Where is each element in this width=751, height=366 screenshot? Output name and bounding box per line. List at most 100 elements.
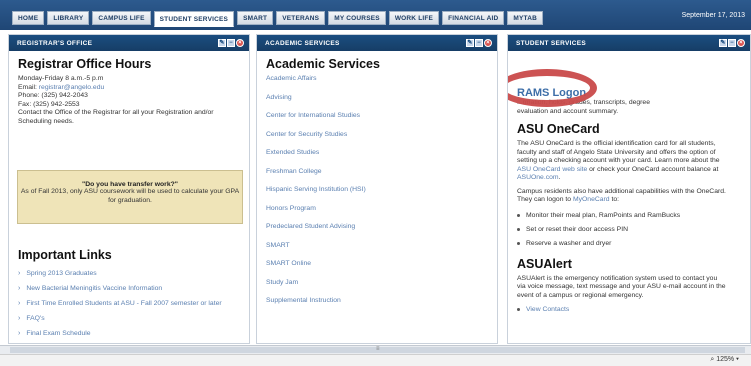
chevron-right-icon: › (18, 315, 21, 322)
phone-line: Phone: (325) 942-2043 (18, 92, 88, 99)
onecard-text-fragment: to: (611, 196, 620, 203)
tab-home[interactable]: HOME (12, 11, 45, 25)
list-item-label: Reserve a washer and dryer (526, 240, 612, 247)
service-link[interactable]: Predeclared Student Advising (266, 223, 488, 242)
tab-work-life[interactable]: WORK LIFE (388, 11, 440, 25)
onecard-text: ASU OneCard web site or check your OneCa… (517, 166, 741, 175)
service-link[interactable]: Advising (266, 94, 488, 113)
service-link[interactable]: Study Jam (266, 279, 488, 298)
onecard-bullets: Monitor their meal plan, RamPoints and R… (517, 209, 741, 251)
service-link[interactable]: Academic Affairs (266, 75, 488, 94)
bullet-icon (517, 214, 520, 217)
service-link[interactable]: Extended Studies (266, 149, 488, 168)
zoom-control[interactable]: ⌕ 125% ▾ (710, 356, 739, 364)
tab-student-services[interactable]: STUDENT SERVICES (153, 11, 235, 27)
tab-smart[interactable]: SMART (237, 11, 274, 25)
contact-text: Contact the Office of the Registrar for … (18, 109, 214, 125)
registrar-panel-header: REGISTRAR'S OFFICE ✎ − × (9, 35, 249, 51)
asualert-title: ASUAlert (517, 256, 572, 271)
bullet-icon (517, 228, 520, 231)
bullet-icon (517, 242, 520, 245)
email-label: Email: (18, 83, 37, 91)
onecard-text: They can logon to MyOneCard to: (517, 196, 741, 205)
service-link[interactable]: Center for International Studies (266, 112, 488, 131)
bullet-icon (517, 307, 520, 311)
important-link[interactable]: › Final Exam Schedule (18, 326, 240, 341)
tab-my-courses[interactable]: MY COURSES (328, 11, 386, 25)
onecard-title: ASU OneCard (517, 122, 600, 136)
tab-financial-aid[interactable]: FINANCIAL AID (442, 11, 505, 25)
onecard-text: Campus residents also have additional ca… (517, 187, 726, 195)
edit-icon[interactable]: ✎ (218, 39, 226, 47)
minimize-icon[interactable]: − (475, 39, 483, 47)
service-link[interactable]: SMART Online (266, 260, 488, 279)
important-link[interactable]: › Spring 2013 Graduates (18, 266, 240, 281)
important-link[interactable]: › FAQ's (18, 311, 240, 326)
chevron-right-icon: › (18, 330, 21, 337)
current-date: September 17, 2013 (681, 12, 745, 19)
minimize-icon[interactable]: − (227, 39, 235, 47)
chevron-right-icon: › (18, 270, 21, 277)
view-contacts-link[interactable]: View Contacts (526, 306, 569, 313)
close-icon[interactable]: × (484, 39, 492, 47)
panel-controls: ✎ − × (466, 39, 492, 47)
edit-icon[interactable]: ✎ (719, 39, 727, 47)
alert-text: event of a campus or regional emergency. (517, 291, 644, 299)
close-icon[interactable]: × (737, 39, 745, 47)
asuone-link[interactable]: ASUOne.com (517, 174, 559, 181)
transfer-text: As of Fall 2013, only ASU coursework wil… (20, 188, 240, 204)
close-icon[interactable]: × (236, 39, 244, 47)
service-link[interactable]: Hispanic Serving Institution (HSI) (266, 186, 488, 205)
chevron-right-icon: › (18, 285, 21, 292)
rams-logon-section: RAMS Logon ...rmation, holds, grades, tr… (508, 69, 741, 116)
academic-services-panel: ACADEMIC SERVICES ✎ − × Academic Service… (256, 34, 498, 344)
academic-header-label: ACADEMIC SERVICES (265, 39, 340, 47)
onecard-text-fragment: They can logon to (517, 196, 572, 203)
panel-controls: ✎ − × (218, 39, 244, 47)
minimize-icon[interactable]: − (728, 39, 736, 47)
important-link[interactable]: › New Bacterial Meningitis Vaccine Inform… (18, 281, 240, 296)
tab-campus-life[interactable]: CAMPUS LIFE (92, 11, 151, 25)
tab-mytab[interactable]: MYTAB (507, 11, 543, 25)
list-item: Set or reset their door access PIN (517, 223, 741, 237)
fax-line: Fax: (325) 942-2553 (18, 100, 80, 108)
service-link[interactable]: SMART (266, 242, 488, 261)
tab-library[interactable]: LIBRARY (47, 11, 90, 25)
transfer-title: "Do you have transfer work?" (82, 181, 178, 188)
service-link[interactable]: Honors Program (266, 205, 488, 224)
rams-text: evaluation and account summary. (517, 107, 619, 115)
myonecard-link[interactable]: MyOneCard (573, 196, 610, 203)
grip-icon: ≡ (376, 346, 380, 352)
important-link[interactable]: › First Time Enrolled Students at ASU - F… (18, 296, 240, 311)
important-link-label: First Time Enrolled Students at ASU - Fa… (26, 300, 222, 307)
email-link[interactable]: registrar@angelo.edu (39, 84, 104, 91)
registrar-panel: REGISTRAR'S OFFICE ✎ − × Registrar Offic… (8, 34, 250, 344)
onecard-text: ASUOne.com. (517, 174, 561, 181)
alert-text: ASUAlert is the emergency notification s… (517, 274, 718, 282)
panel-controls: ✎ − × (719, 39, 745, 47)
horizontal-scrollbar[interactable]: ≡ (0, 345, 751, 354)
academic-panel-header: ACADEMIC SERVICES ✎ − × (257, 35, 497, 51)
service-link[interactable]: Supplemental Instruction (266, 297, 488, 316)
tab-strip: HOME LIBRARY CAMPUS LIFE STUDENT SERVICE… (12, 11, 543, 27)
service-link[interactable]: Center for Security Studies (266, 131, 488, 150)
important-link-label: Final Exam Schedule (26, 330, 91, 337)
important-links-title: Important Links (18, 248, 112, 262)
student-services-panel: STUDENT SERVICES ✎ − × RAMS Logon ...rma… (507, 34, 751, 344)
important-link-label: Spring 2013 Graduates (26, 270, 97, 277)
list-item: Monitor their meal plan, RamPoints and R… (517, 209, 741, 223)
onecard-website-link[interactable]: ASU OneCard web site (517, 166, 587, 173)
alert-text: via voice message, text message and your… (517, 283, 726, 290)
service-link[interactable]: Freshman College (266, 168, 488, 187)
onecard-text: faculty and staff of Angelo State Univer… (517, 148, 716, 156)
top-nav-bar: HOME LIBRARY CAMPUS LIFE STUDENT SERVICE… (0, 0, 751, 30)
tab-veterans[interactable]: VETERANS (276, 11, 326, 25)
academic-services-list: Academic Affairs Advising Center for Int… (266, 75, 488, 316)
important-link-label: FAQ's (26, 315, 45, 322)
transfer-notice: "Do you have transfer work?" As of Fall … (17, 170, 243, 224)
list-item-label: Monitor their meal plan, RamPoints and R… (526, 212, 681, 219)
chevron-right-icon: › (18, 300, 21, 307)
onecard-text: The ASU OneCard is the official identifi… (517, 140, 716, 147)
view-contacts-item[interactable]: View Contacts (517, 302, 741, 316)
edit-icon[interactable]: ✎ (466, 39, 474, 47)
